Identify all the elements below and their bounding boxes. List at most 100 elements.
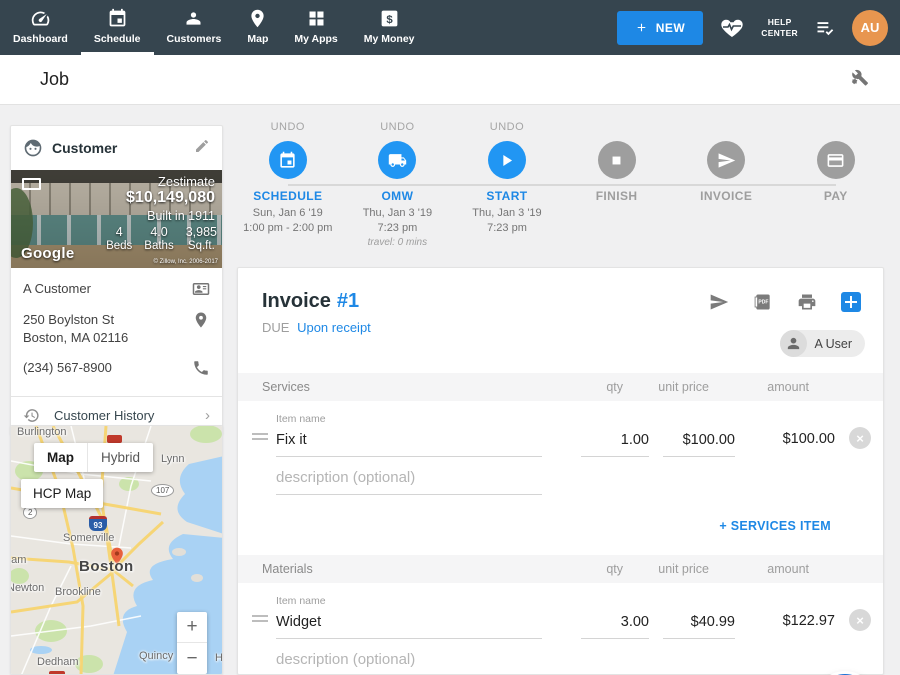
invoice-step-button[interactable] <box>707 141 745 179</box>
location-pin-icon[interactable] <box>192 311 210 329</box>
help-center-link[interactable]: HELP CENTER <box>761 17 798 38</box>
new-button[interactable]: NEW <box>617 11 704 45</box>
map-widget: Burlington Lynn 107 2 93 Somerville ham … <box>10 425 223 675</box>
page-content: Customer Zestimate $10,149,080 Built in … <box>0 105 900 675</box>
service-qty-input[interactable] <box>581 430 649 457</box>
edit-customer-icon[interactable] <box>194 138 210 159</box>
step-date: Sun, Jan 6 '191:00 pm - 2:00 pm <box>233 206 343 236</box>
material-qty-input[interactable] <box>581 612 649 639</box>
print-icon[interactable] <box>797 292 817 312</box>
pay-step-button[interactable] <box>817 141 855 179</box>
invoice-title: Invoice <box>262 290 331 312</box>
nav-item-schedule[interactable]: Schedule <box>81 0 154 55</box>
fact-beds: 4Beds <box>106 225 132 252</box>
invoice-number[interactable]: #1 <box>337 290 359 312</box>
finish-step-button[interactable] <box>598 141 636 179</box>
nav-item-my-apps[interactable]: My Apps <box>281 0 350 55</box>
street-view-icon[interactable] <box>22 178 41 190</box>
schedule-step-button[interactable] <box>269 141 307 179</box>
page-title: Job <box>40 69 69 90</box>
undo-start-button[interactable]: UNDO <box>452 121 562 135</box>
drag-handle-icon[interactable] <box>252 612 268 625</box>
phone-icon[interactable] <box>192 359 210 377</box>
service-amount: $100.00 <box>751 431 835 457</box>
map-type-hybrid-button[interactable]: Hybrid <box>88 443 153 472</box>
add-services-item-link[interactable]: + SERVICES ITEM <box>238 519 831 533</box>
drag-handle-icon[interactable] <box>252 430 268 443</box>
map-label-quincy: Quincy <box>139 650 173 662</box>
material-description-input[interactable] <box>276 649 542 675</box>
money-icon: $ <box>379 8 400 29</box>
nav-item-label: My Money <box>364 33 415 45</box>
customer-card-header: Customer <box>11 126 222 170</box>
delete-material-item-button[interactable]: × <box>849 609 871 631</box>
page-header: Job <box>0 55 900 105</box>
material-unit-price-input[interactable] <box>663 612 735 639</box>
map-label-newton: Newton <box>10 582 44 594</box>
unit-price-column-header: unit price <box>637 562 709 576</box>
hcp-map-button[interactable]: HCP Map <box>21 479 103 508</box>
omw-step-button[interactable] <box>378 141 416 179</box>
help-center-line1: HELP <box>761 17 798 28</box>
material-line-item: $122.97 × <box>238 609 883 639</box>
chevron-right-icon: › <box>205 407 210 424</box>
map-label-brookline: Brookline <box>55 586 101 598</box>
nav-item-label: Dashboard <box>13 33 68 45</box>
top-navigation: Dashboard Schedule Customers Map My Apps… <box>0 0 900 55</box>
user-avatar[interactable]: AU <box>852 10 888 46</box>
route-shield-red-top <box>107 435 122 443</box>
pdf-icon[interactable]: PDF <box>753 292 773 312</box>
due-terms-link[interactable]: Upon receipt <box>297 320 371 335</box>
checklist-icon[interactable] <box>814 18 836 38</box>
heart-pulse-icon[interactable] <box>719 16 745 40</box>
service-line-item: $100.00 × <box>238 427 883 457</box>
nav-item-label: Customers <box>167 33 222 45</box>
stop-icon <box>607 151 626 170</box>
invoice-header: Invoice #1 DUE Upon receipt PDF A User <box>238 268 883 373</box>
map-type-toggle: Map Hybrid <box>34 443 153 472</box>
item-name-label: Item name <box>276 413 883 425</box>
nav-item-map[interactable]: Map <box>234 0 281 55</box>
assignee-chip[interactable]: A User <box>780 330 865 357</box>
undo-schedule-button[interactable]: UNDO <box>233 121 343 135</box>
customer-face-icon <box>23 138 43 158</box>
built-year: Built in 1911 <box>147 209 215 223</box>
customer-phone-row: (234) 567-8900 <box>23 359 210 377</box>
property-photo[interactable]: Zestimate $10,149,080 Built in 1911 4Bed… <box>11 170 222 268</box>
assignee-avatar <box>780 330 807 357</box>
play-icon <box>497 151 516 170</box>
qty-column-header: qty <box>555 380 623 394</box>
job-settings-icon[interactable] <box>848 66 870 93</box>
customer-info: A Customer 250 Boylston St Boston, MA 02… <box>11 268 222 396</box>
nav-item-dashboard[interactable]: Dashboard <box>0 0 81 55</box>
material-item-name-input[interactable] <box>276 612 542 639</box>
item-name-label: Item name <box>276 595 883 607</box>
map-zoom-in-button[interactable]: + <box>177 612 207 643</box>
map-label-hingham: Hi <box>215 652 223 664</box>
map-zoom-out-button[interactable]: − <box>177 643 207 674</box>
step-omw: UNDO OMW Thu, Jan 3 '197:23 pm travel: 0… <box>343 121 453 248</box>
add-invoice-item-button[interactable] <box>841 292 861 312</box>
invoice-due-row: DUE Upon receipt <box>262 320 863 335</box>
customer-address: 250 Boylston St Boston, MA 02116 <box>23 311 192 346</box>
step-label: OMW <box>343 189 453 203</box>
start-step-button[interactable] <box>488 141 526 179</box>
service-item-name-input[interactable] <box>276 430 542 457</box>
nav-item-customers[interactable]: Customers <box>154 0 235 55</box>
send-invoice-icon[interactable] <box>709 292 729 312</box>
map-pin-icon <box>247 8 268 29</box>
services-section-header: Services qty unit price amount <box>238 373 883 401</box>
nav-item-label: My Apps <box>294 33 337 45</box>
address-line1: 250 Boylston St <box>23 311 192 329</box>
map-type-map-button[interactable]: Map <box>34 443 88 472</box>
delete-service-item-button[interactable]: × <box>849 427 871 449</box>
undo-omw-button[interactable]: UNDO <box>343 121 453 135</box>
map-label-dedham: Dedham <box>37 656 79 668</box>
nav-item-my-money[interactable]: $ My Money <box>351 0 428 55</box>
customer-name-row: A Customer <box>23 280 210 298</box>
step-schedule: UNDO SCHEDULE Sun, Jan 6 '191:00 pm - 2:… <box>233 121 343 248</box>
service-description-input[interactable] <box>276 467 542 495</box>
zestimate-label: Zestimate <box>158 174 215 189</box>
service-unit-price-input[interactable] <box>663 430 735 457</box>
contact-card-icon[interactable] <box>192 280 210 298</box>
